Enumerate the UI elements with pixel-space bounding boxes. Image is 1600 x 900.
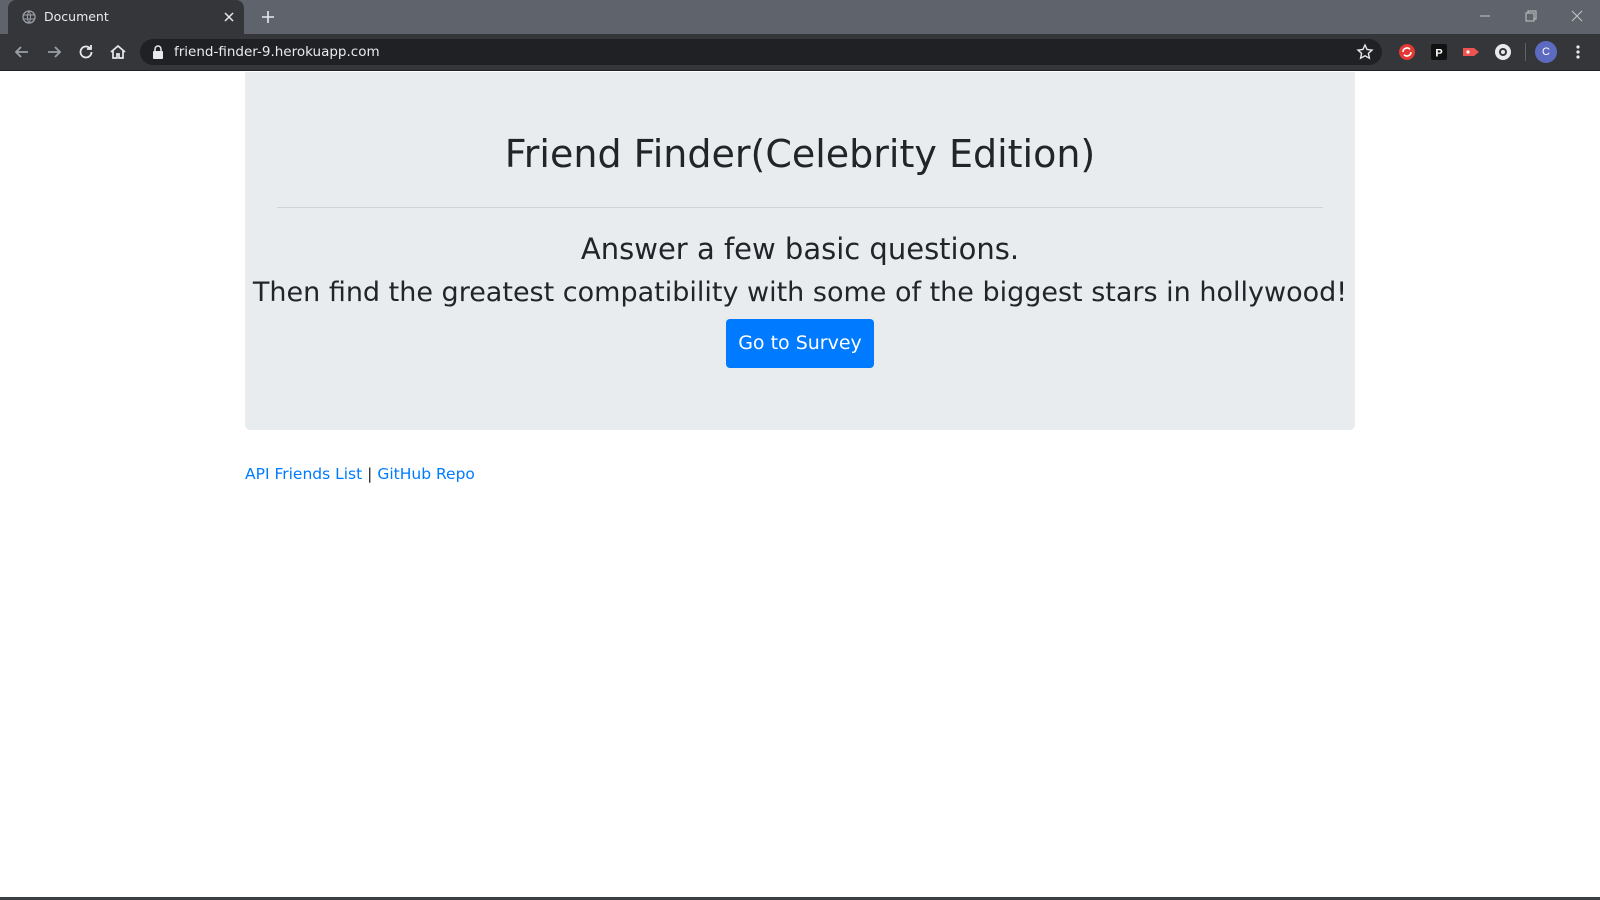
reload-icon[interactable] bbox=[76, 42, 96, 62]
link-separator: | bbox=[367, 465, 373, 483]
tab-title: Document bbox=[44, 9, 109, 24]
kebab-menu-icon[interactable] bbox=[1571, 43, 1585, 61]
extension-circle-icon[interactable] bbox=[1494, 43, 1512, 61]
minimize-icon[interactable] bbox=[1477, 8, 1493, 24]
bookmark-star-icon[interactable] bbox=[1356, 43, 1374, 61]
lock-icon bbox=[153, 45, 163, 59]
extension-p-icon[interactable]: P bbox=[1430, 43, 1448, 61]
new-tab-icon[interactable] bbox=[260, 9, 276, 25]
svg-text:P: P bbox=[1435, 48, 1442, 60]
globe-icon bbox=[22, 10, 36, 24]
url-text[interactable]: friend-finder-9.herokuapp.com bbox=[174, 44, 380, 60]
divider bbox=[277, 207, 1323, 208]
github-repo-link[interactable]: GitHub Repo bbox=[377, 465, 475, 483]
back-arrow-icon[interactable] bbox=[12, 42, 32, 62]
profile-avatar[interactable]: C bbox=[1535, 41, 1557, 63]
browser-tab[interactable]: Document bbox=[8, 0, 244, 34]
restore-icon[interactable] bbox=[1523, 8, 1539, 24]
extension-tag-icon[interactable] bbox=[1462, 43, 1480, 61]
page-title: Friend Finder(Celebrity Edition) bbox=[504, 132, 1096, 176]
jumbotron: Friend Finder(Celebrity Edition) Answer … bbox=[245, 72, 1355, 430]
toolbar-separator bbox=[1525, 43, 1526, 61]
api-friends-list-link[interactable]: API Friends List bbox=[245, 465, 362, 483]
lead-line-2: Then find the greatest compatibility wit… bbox=[252, 277, 1348, 308]
lead-line-1: Answer a few basic questions. bbox=[580, 232, 1020, 266]
window-close-icon[interactable] bbox=[1569, 8, 1585, 24]
footer-links: API Friends List | GitHub Repo bbox=[245, 465, 475, 483]
close-tab-icon[interactable] bbox=[222, 10, 236, 24]
home-icon[interactable] bbox=[108, 42, 128, 62]
forward-arrow-icon[interactable] bbox=[44, 42, 64, 62]
extension-red-icon[interactable] bbox=[1398, 43, 1416, 61]
go-to-survey-button[interactable]: Go to Survey bbox=[726, 319, 874, 368]
